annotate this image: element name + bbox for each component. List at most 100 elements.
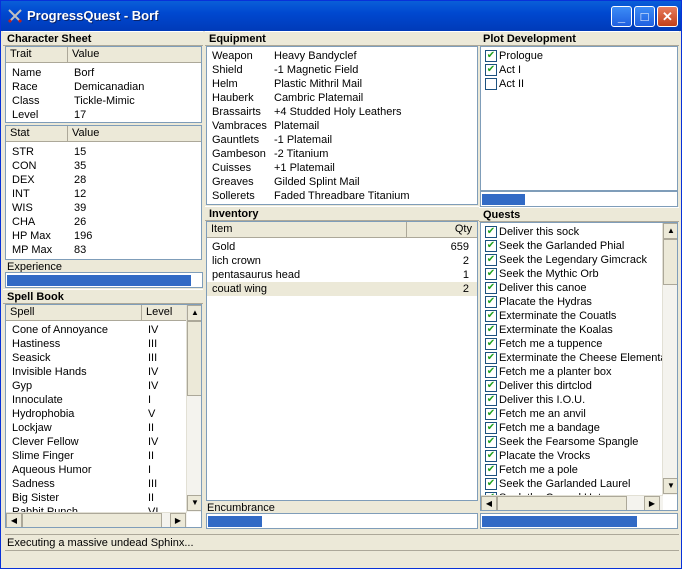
checkbox-checked-icon[interactable]: ✔: [485, 226, 497, 238]
quest-item[interactable]: ✔ Seek the Fearsome Spangle: [481, 435, 661, 449]
equipment-row[interactable]: Shield -1 Magnetic Field: [207, 63, 477, 77]
quest-item[interactable]: ✔ Placate the Hydras: [481, 295, 661, 309]
trait-row[interactable]: Race Demicanadian: [6, 80, 201, 94]
trait-row[interactable]: Level 17: [6, 108, 201, 122]
stat-row[interactable]: INT 12: [6, 187, 201, 201]
quest-item[interactable]: ✔ Fetch me a pole: [481, 463, 661, 477]
equipment-row[interactable]: Weapon Heavy Bandyclef: [207, 49, 477, 63]
scroll-left-icon[interactable]: ◀: [481, 496, 497, 510]
spell-row[interactable]: Hastiness III: [6, 337, 201, 351]
spell-horizontal-scrollbar[interactable]: ◀ ▶: [6, 512, 187, 527]
plot-list[interactable]: ✔ Prologue ✔ Act I Act II: [480, 46, 678, 191]
equipment-row[interactable]: Gauntlets -1 Platemail: [207, 133, 477, 147]
quest-item[interactable]: ✔ Deliver this canoe: [481, 281, 661, 295]
quest-vertical-scrollbar[interactable]: ▲ ▼: [662, 223, 677, 495]
quest-item[interactable]: ✔ Exterminate the Koalas: [481, 323, 661, 337]
spell-row[interactable]: Lockjaw II: [6, 421, 201, 435]
equipment-list[interactable]: Weapon Heavy Bandyclef Shield -1 Magnetic F…: [206, 46, 478, 205]
stat-row[interactable]: CHA 26: [6, 215, 201, 229]
item-column-header[interactable]: Item: [207, 222, 407, 237]
checkbox-checked-icon[interactable]: ✔: [485, 394, 497, 406]
quest-item[interactable]: ✔ Exterminate the Couatls: [481, 309, 661, 323]
quest-item[interactable]: ✔ Deliver this dirtclod: [481, 379, 661, 393]
spell-vertical-scrollbar[interactable]: ▲ ▼: [186, 305, 201, 512]
stat-column-header[interactable]: Stat: [6, 126, 68, 141]
checkbox-checked-icon[interactable]: ✔: [485, 240, 497, 252]
equipment-row[interactable]: Greaves Gilded Splint Mail: [207, 175, 477, 189]
scroll-thumb[interactable]: [187, 321, 201, 396]
equipment-row[interactable]: Hauberk Cambric Platemail: [207, 91, 477, 105]
plot-act[interactable]: ✔ Prologue: [481, 49, 661, 63]
quest-item[interactable]: ✔ Deliver this I.O.U.: [481, 393, 661, 407]
inventory-row[interactable]: pentasaurus head 1: [207, 268, 477, 282]
traits-list[interactable]: Trait Value Name Borf Race Demicanadian Clas…: [5, 46, 202, 123]
checkbox-checked-icon[interactable]: ✔: [485, 422, 497, 434]
quest-item[interactable]: ✔ Fetch me a planter box: [481, 365, 661, 379]
level-column-header[interactable]: Level: [142, 305, 187, 320]
checkbox-checked-icon[interactable]: ✔: [485, 408, 497, 420]
stat-value-column-header[interactable]: Value: [68, 126, 201, 141]
quest-item[interactable]: ✔ Deliver this sock: [481, 225, 661, 239]
spell-row[interactable]: Aqueous Humor I: [6, 463, 201, 477]
equipment-row[interactable]: Vambraces Platemail: [207, 119, 477, 133]
trait-row[interactable]: Name Borf: [6, 66, 201, 80]
checkbox-checked-icon[interactable]: ✔: [485, 352, 497, 364]
scroll-thumb[interactable]: [497, 496, 627, 510]
minimize-button[interactable]: _: [611, 6, 632, 27]
spell-row[interactable]: Hydrophobia V: [6, 407, 201, 421]
checkbox-checked-icon[interactable]: ✔: [485, 50, 497, 62]
inventory-row[interactable]: couatl wing 2: [207, 282, 477, 296]
close-button[interactable]: ✕: [657, 6, 678, 27]
quest-item[interactable]: ✔ Exterminate the Cheese Elementals: [481, 351, 674, 365]
equipment-row[interactable]: Cuisses +1 Platemail: [207, 161, 477, 175]
quest-item[interactable]: ✔ Fetch me a tuppence: [481, 337, 661, 351]
spell-column-header[interactable]: Spell: [6, 305, 142, 320]
spell-row[interactable]: Invisible Hands IV: [6, 365, 201, 379]
scroll-up-icon[interactable]: ▲: [187, 305, 201, 321]
plot-act[interactable]: Act II: [481, 77, 661, 91]
checkbox-checked-icon[interactable]: ✔: [485, 464, 497, 476]
scroll-up-icon[interactable]: ▲: [663, 223, 677, 239]
checkbox-checked-icon[interactable]: ✔: [485, 436, 497, 448]
spell-row[interactable]: Clever Fellow IV: [6, 435, 201, 449]
stats-list[interactable]: Stat Value STR 15 CON 35 DEX 28 INT 12 WIS 39 CHA 2…: [5, 125, 202, 260]
checkbox-checked-icon[interactable]: ✔: [485, 296, 497, 308]
scroll-left-icon[interactable]: ◀: [6, 513, 22, 527]
trait-column-header[interactable]: Trait: [6, 47, 68, 62]
checkbox-checked-icon[interactable]: ✔: [485, 450, 497, 462]
scroll-thumb[interactable]: [22, 513, 162, 527]
scroll-down-icon[interactable]: ▼: [663, 478, 677, 494]
stat-row[interactable]: DEX 28: [6, 173, 201, 187]
checkbox-checked-icon[interactable]: ✔: [485, 282, 497, 294]
spell-list[interactable]: Spell Level Cone of Annoyance IV Hastiness…: [5, 304, 202, 528]
trait-row[interactable]: Class Tickle-Mimic: [6, 94, 201, 108]
spell-row[interactable]: Sadness III: [6, 477, 201, 491]
spell-row[interactable]: Innoculate I: [6, 393, 201, 407]
scroll-right-icon[interactable]: ▶: [644, 496, 660, 510]
quest-horizontal-scrollbar[interactable]: ◀ ▶: [481, 495, 663, 510]
stat-row[interactable]: STR 15: [6, 145, 201, 159]
title-bar[interactable]: ProgressQuest - Borf _ □ ✕: [1, 1, 681, 31]
checkbox-checked-icon[interactable]: ✔: [485, 254, 497, 266]
quest-item[interactable]: ✔ Seek the Legendary Gimcrack: [481, 253, 661, 267]
checkbox-unchecked-icon[interactable]: [485, 78, 497, 90]
scroll-right-icon[interactable]: ▶: [170, 513, 186, 527]
equipment-row[interactable]: Brassairts +4 Studded Holy Leathers: [207, 105, 477, 119]
stat-row[interactable]: MP Max 83: [6, 243, 201, 257]
checkbox-checked-icon[interactable]: ✔: [485, 478, 497, 490]
equipment-row[interactable]: Helm Plastic Mithril Mail: [207, 77, 477, 91]
quest-item[interactable]: ✔ Fetch me an anvil: [481, 407, 661, 421]
checkbox-checked-icon[interactable]: ✔: [485, 366, 497, 378]
checkbox-checked-icon[interactable]: ✔: [485, 64, 497, 76]
scroll-thumb[interactable]: [663, 239, 677, 285]
value-column-header[interactable]: Value: [68, 47, 201, 62]
spell-row[interactable]: Gyp IV: [6, 379, 201, 393]
checkbox-checked-icon[interactable]: ✔: [485, 310, 497, 322]
quest-item[interactable]: ✔ Placate the Vrocks: [481, 449, 661, 463]
qty-column-header[interactable]: Qty: [407, 222, 477, 237]
stat-row[interactable]: CON 35: [6, 159, 201, 173]
spell-row[interactable]: Seasick III: [6, 351, 201, 365]
spell-row[interactable]: Big Sister II: [6, 491, 201, 505]
quest-item[interactable]: ✔ Seek the Garlanded Phial: [481, 239, 661, 253]
quest-item[interactable]: ✔ Seek the Garlanded Laurel: [481, 477, 661, 491]
